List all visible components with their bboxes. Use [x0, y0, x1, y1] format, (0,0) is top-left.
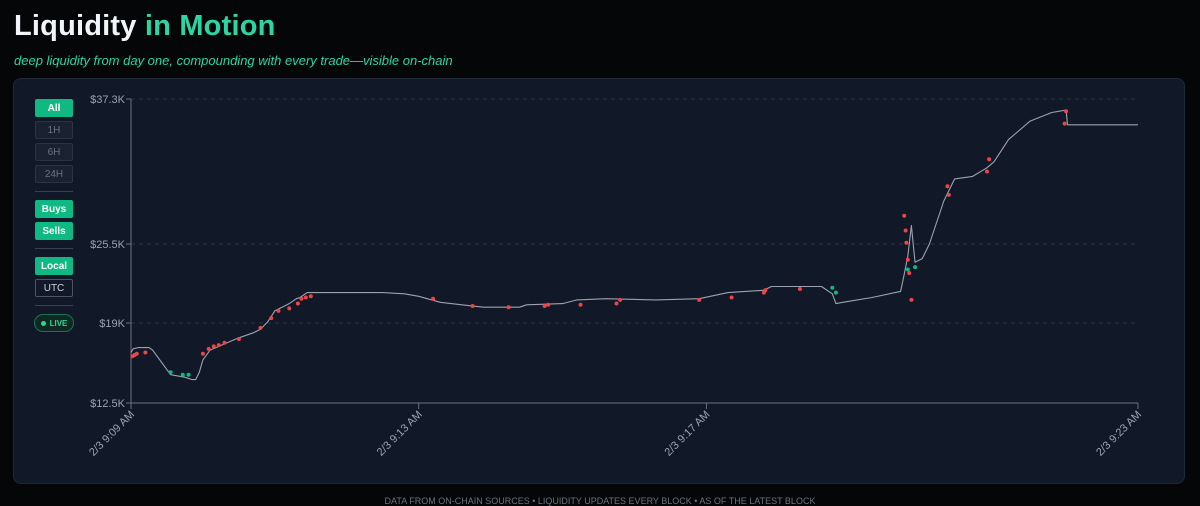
x-tick-label: 2/3 9:09 AM	[87, 409, 137, 459]
buy-trade-point	[905, 267, 910, 272]
liquidity-line	[130, 109, 1138, 381]
sell-trade-point	[909, 297, 914, 302]
sell-trade-point	[614, 301, 619, 306]
buy-trade-point	[186, 372, 191, 377]
sell-trade-point	[797, 286, 802, 291]
sell-trade-point	[134, 351, 139, 356]
x-tick-label: 2/3 9:17 AM	[663, 409, 713, 459]
chart-panel: All 1H 6H 24H Buys Sells Local UTC LIVE …	[13, 78, 1185, 484]
sell-trade-point	[945, 184, 950, 189]
page-subtitle: deep liquidity from day one, compounding…	[14, 53, 453, 68]
buy-trade-point	[913, 265, 918, 270]
liquidity-chart: $12.5K $19K $25.5K $37.3K 2/3 9:09 AM 2/3 9:1…	[87, 94, 1144, 459]
sell-trade-point	[299, 296, 304, 301]
buy-trade-point	[168, 370, 173, 375]
y-tick-label: $19K	[99, 318, 125, 330]
sell-trade-point	[946, 192, 951, 197]
sell-trade-point	[303, 295, 308, 300]
x-tick-label: 2/3 9:23 AM	[1094, 409, 1144, 459]
sell-trade-point	[258, 325, 263, 330]
title-accent: in Motion	[144, 10, 276, 42]
sell-trade-point	[470, 303, 475, 308]
page-title: Liquidity in Motion	[14, 10, 276, 43]
sell-trade-point	[907, 271, 912, 276]
sell-trade-point	[763, 288, 768, 293]
sell-trade-point	[295, 301, 300, 306]
sell-trade-point	[308, 294, 313, 299]
buy-trade-point	[833, 290, 838, 295]
sell-trade-point	[729, 295, 734, 300]
sell-trade-point	[984, 169, 989, 174]
sell-trade-point	[618, 297, 623, 302]
y-tick-label: $37.3K	[90, 94, 126, 106]
sell-trade-point	[211, 344, 216, 349]
sell-trade-point	[904, 240, 909, 245]
sell-trade-point	[697, 297, 702, 302]
sell-trade-point	[903, 228, 908, 233]
sell-trade-point	[542, 303, 547, 308]
sell-trade-point	[902, 213, 907, 218]
sell-trade-point	[222, 340, 227, 345]
y-tick-label: $12.5K	[90, 398, 126, 410]
sell-trade-point	[276, 308, 281, 313]
sell-trade-point	[546, 302, 551, 307]
x-tick-label: 2/3 9:13 AM	[375, 409, 425, 459]
sell-trade-point	[905, 257, 910, 262]
sell-trade-point	[987, 157, 992, 162]
footer-note: DATA FROM ON-CHAIN SOURCES • LIQUIDITY U…	[384, 496, 816, 506]
sell-trade-point	[216, 343, 221, 348]
sell-trade-point	[1064, 109, 1069, 114]
sell-trade-point	[206, 346, 211, 351]
sell-trade-point	[200, 351, 205, 356]
sell-trade-point	[287, 306, 292, 311]
sell-trade-point	[1062, 121, 1067, 126]
sell-trade-point	[143, 350, 148, 355]
sell-trade-point	[431, 296, 436, 301]
title-main: Liquidity	[14, 10, 137, 42]
sell-trade-point	[236, 337, 241, 341]
buy-trade-point	[830, 285, 835, 290]
sell-trade-point	[269, 316, 274, 321]
sell-trade-point	[506, 305, 511, 310]
buy-trade-point	[180, 372, 185, 377]
y-tick-label: $25.5K	[90, 239, 126, 251]
sell-trade-point	[578, 302, 583, 307]
